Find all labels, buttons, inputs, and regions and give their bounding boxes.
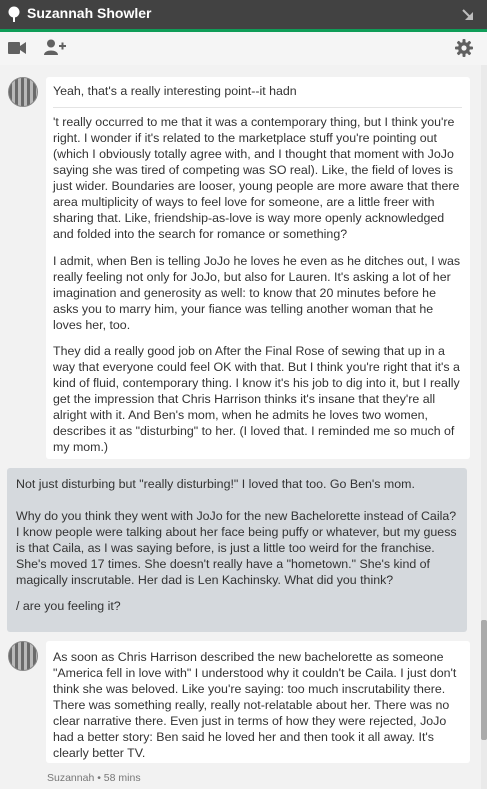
message-text: I admit, when Ben is telling JoJo he lov… [53, 254, 461, 332]
message-text: Why do you think they went with JoJo for… [16, 509, 457, 587]
message-text: They did a really good job on After the … [53, 344, 460, 454]
message-text: Yeah, that's a really interesting point-… [53, 83, 462, 108]
message-timestamp: Suzannah • 58 mins [47, 772, 141, 784]
message-text: / are you feeling it? [16, 599, 121, 613]
map-pin-icon [8, 6, 20, 22]
message-text: Not just disturbing but "really disturbi… [16, 477, 415, 491]
scrollbar-thumb[interactable] [481, 620, 487, 740]
arrow-down-right-icon[interactable] [461, 8, 475, 22]
contact-name: Suzannah Showler [27, 5, 152, 21]
incoming-message: As soon as Chris Harrison described the … [46, 641, 470, 763]
avatar[interactable] [8, 77, 38, 107]
message-text: As soon as Chris Harrison described the … [53, 650, 457, 760]
avatar[interactable] [8, 641, 38, 671]
incoming-message: Yeah, that's a really interesting point-… [46, 77, 470, 459]
add-person-icon[interactable] [44, 39, 66, 55]
chat-title-bar[interactable]: Suzannah Showler [0, 0, 487, 32]
gear-icon[interactable] [455, 39, 473, 57]
chat-toolbar [0, 32, 487, 65]
outgoing-message: Not just disturbing but "really disturbi… [7, 468, 467, 632]
message-text: 't really occurred to me that it was a c… [53, 115, 460, 241]
video-call-icon[interactable] [8, 41, 26, 55]
message-thread[interactable]: Yeah, that's a really interesting point-… [0, 65, 487, 789]
